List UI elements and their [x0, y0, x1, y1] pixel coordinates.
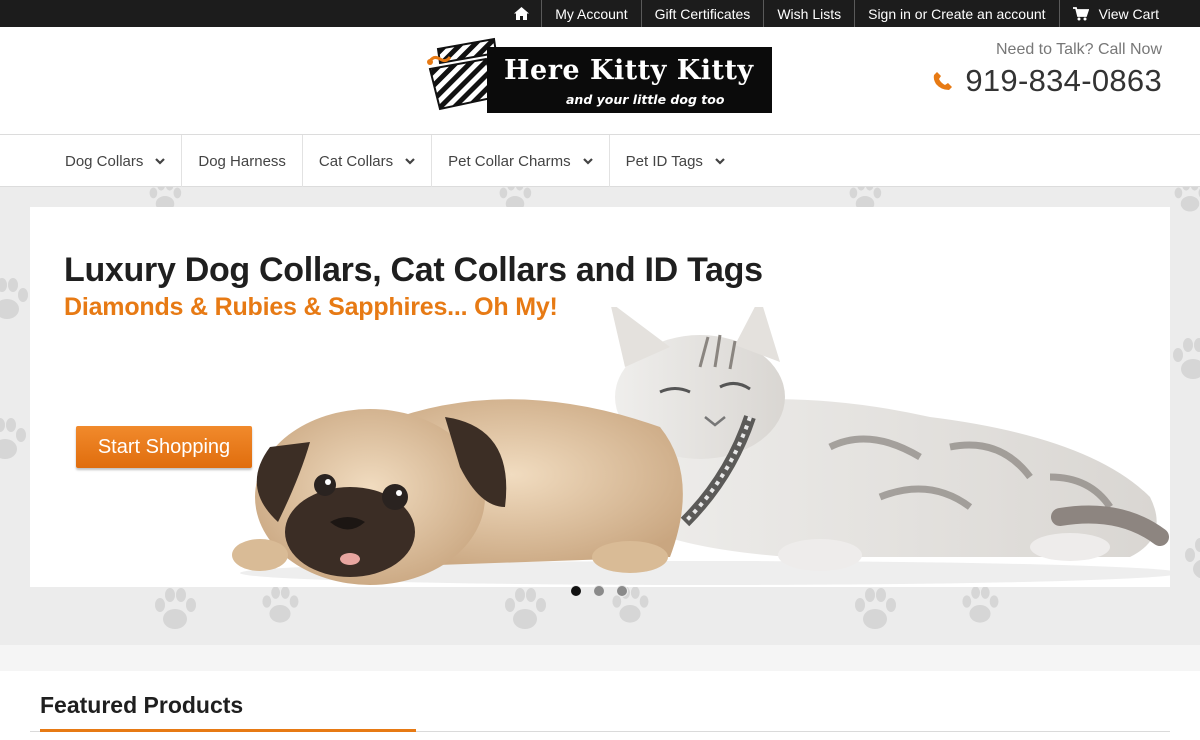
home-icon [514, 7, 530, 20]
nav-item-label: Cat Collars [318, 152, 394, 170]
paw-print-icon [155, 588, 196, 629]
chevron-down-icon [155, 157, 166, 165]
nav-menu: Dog Collars Dog Harness Cat Collars Pet … [49, 135, 741, 187]
paw-print-icon [855, 588, 896, 629]
nav-item-pet-collar-charms[interactable]: Pet Collar Charms [432, 135, 610, 187]
paw-print-icon [262, 586, 299, 623]
nav-item-label: Pet ID Tags [625, 152, 703, 170]
top-utility-bar: My Account Gift Certificates Wish Lists … [0, 0, 1200, 27]
paw-print-icon [1173, 338, 1200, 379]
view-cart-link[interactable]: View Cart [1058, 0, 1172, 27]
nav-item-dog-harness[interactable]: Dog Harness [182, 135, 303, 187]
chevron-down-icon [405, 157, 415, 165]
nav-item-dog-collars[interactable]: Dog Collars [49, 135, 183, 187]
heading-accent-bar [40, 729, 416, 732]
chevron-down-icon [715, 157, 725, 165]
site-logo[interactable]: Here Kitty Kitty and your little dog too [424, 35, 774, 115]
slider-dot-2[interactable] [593, 585, 605, 597]
logo-title: Here Kitty Kitty [504, 55, 754, 86]
section-divider [0, 645, 1200, 671]
hero-title: Luxury Dog Collars, Cat Collars and ID T… [64, 251, 763, 289]
cart-icon [1072, 6, 1089, 21]
paw-print-icon [505, 588, 546, 629]
paw-print-icon [0, 278, 28, 319]
my-account-link[interactable]: My Account [541, 0, 640, 27]
phone-row: 919-834-0863 [933, 63, 1162, 99]
start-shopping-button[interactable]: Start Shopping [76, 426, 252, 468]
nav-item-pet-id-tags[interactable]: Pet ID Tags [610, 135, 741, 187]
slider-dot-1[interactable] [570, 585, 582, 597]
hero-slide: Luxury Dog Collars, Cat Collars and ID T… [30, 207, 1170, 587]
paw-print-icon [1185, 538, 1200, 579]
featured-products-heading: Featured Products [40, 692, 244, 718]
slider-dot-3[interactable] [616, 585, 628, 597]
contact-block: Need to Talk? Call Now 919-834-0863 [933, 41, 1162, 99]
pug-and-cat-image [232, 307, 1170, 585]
site-header: Here Kitty Kitty and your little dog too… [0, 27, 1200, 135]
logo-tagline: and your little dog too [566, 92, 725, 107]
contact-label: Need to Talk? Call Now [995, 41, 1162, 58]
wish-lists-link[interactable]: Wish Lists [763, 0, 854, 27]
paw-print-icon [962, 586, 999, 623]
phone-icon [933, 71, 953, 91]
nav-item-label: Dog Harness [198, 152, 286, 170]
phone-number[interactable]: 919-834-0863 [965, 63, 1162, 99]
sign-in-link[interactable]: Sign in or Create an account [854, 0, 1058, 27]
top-links: My Account Gift Certificates Wish Lists … [502, 0, 1172, 27]
paw-print-icon [0, 418, 26, 459]
nav-item-label: Dog Collars [65, 152, 144, 170]
home-link[interactable] [502, 0, 541, 27]
view-cart-label: View Cart [1098, 5, 1159, 22]
nav-item-label: Pet Collar Charms [448, 152, 571, 170]
slider-dots [570, 585, 628, 597]
gift-certificates-link[interactable]: Gift Certificates [640, 0, 764, 27]
main-navigation: Dog Collars Dog Harness Cat Collars Pet … [0, 135, 1200, 187]
nav-item-cat-collars[interactable]: Cat Collars [303, 135, 433, 187]
chevron-down-icon [582, 157, 593, 165]
paw-print-icon [1174, 187, 1200, 212]
